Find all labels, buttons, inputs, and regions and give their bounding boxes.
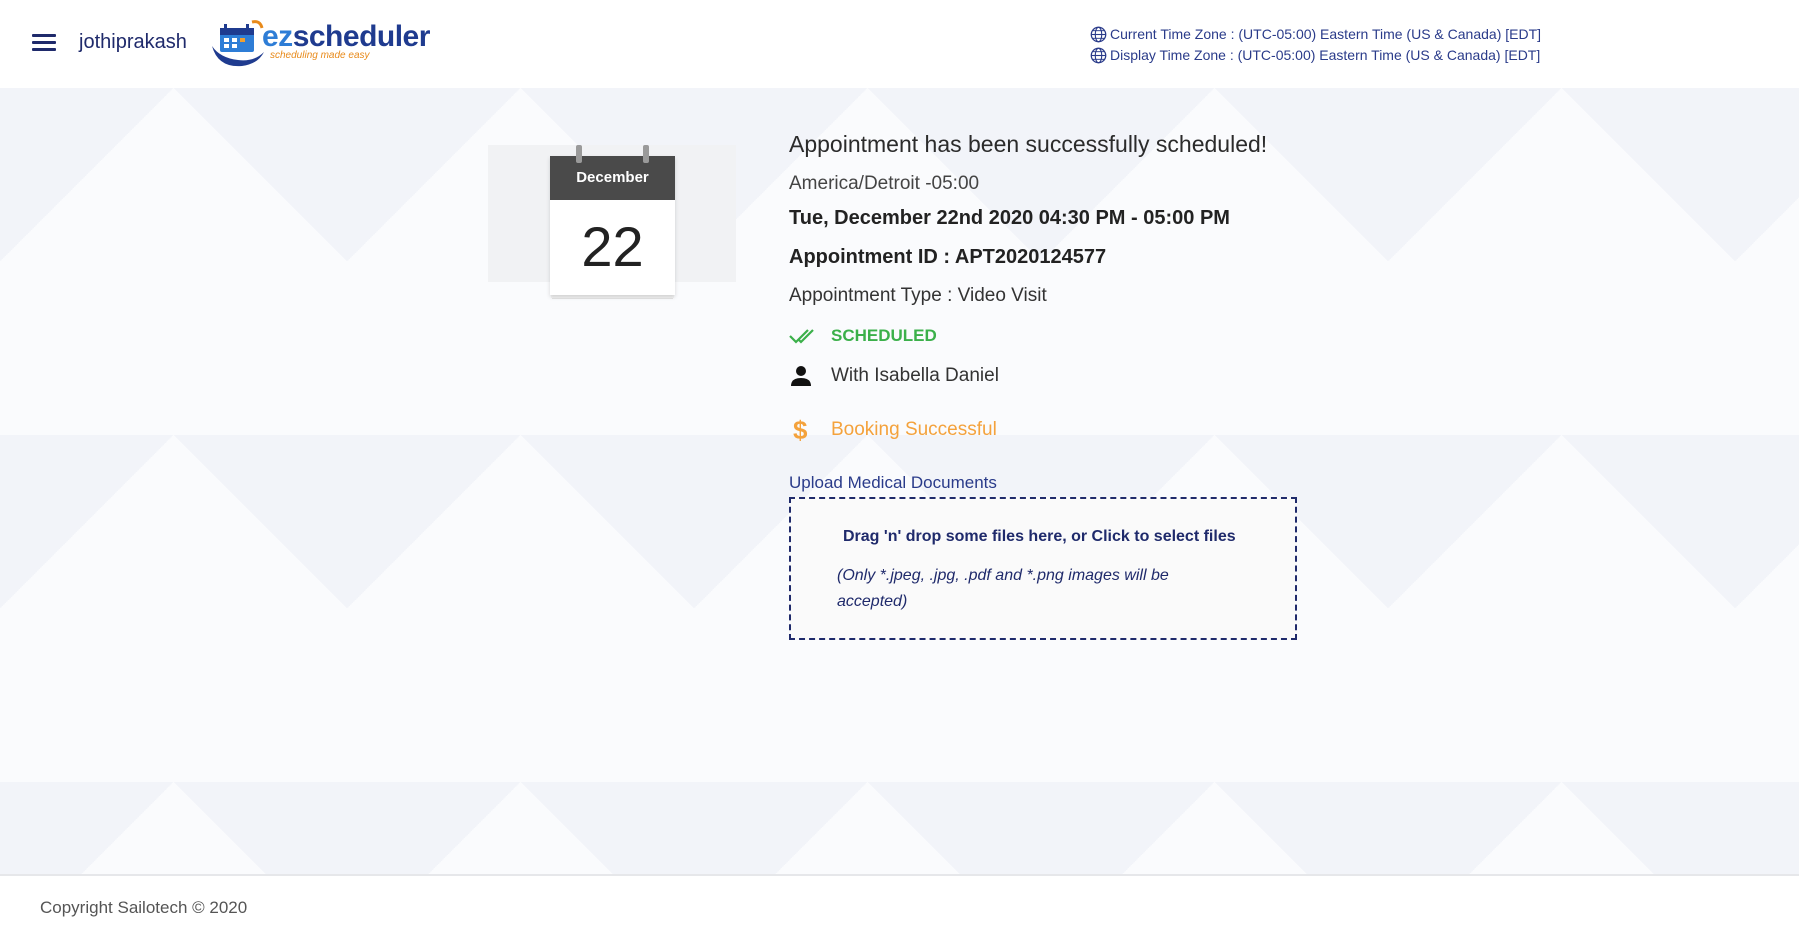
logo-calendar-icon bbox=[212, 20, 264, 67]
logo-wordmark-suffix: scheduler bbox=[292, 20, 431, 53]
timezone-info: Current Time Zone : (UTC-05:00) Eastern … bbox=[1090, 24, 1541, 66]
appointment-datetime: Tue, December 22nd 2020 04:30 PM - 05:00… bbox=[789, 207, 1230, 229]
provider-row: With Isabella Daniel bbox=[789, 364, 999, 388]
copyright-text: Copyright Sailotech © 2020 bbox=[40, 898, 248, 917]
ezscheduler-logo[interactable]: ezscheduler scheduling made easy bbox=[208, 16, 430, 70]
provider-name: With Isabella Daniel bbox=[831, 365, 999, 386]
upload-documents-label: Upload Medical Documents bbox=[789, 473, 997, 492]
dropzone-instructions: Drag 'n' drop some files here, or Click … bbox=[843, 528, 1236, 545]
status-row: SCHEDULED bbox=[789, 324, 937, 348]
calendar-ring bbox=[576, 145, 582, 163]
payment-status: Booking Successful bbox=[831, 419, 997, 440]
dollar-icon: $ bbox=[793, 415, 808, 445]
display-timezone-text: Display Time Zone : (UTC-05:00) Eastern … bbox=[1110, 47, 1541, 63]
appointment-timezone: America/Detroit -05:00 bbox=[789, 173, 980, 194]
status-badge: SCHEDULED bbox=[831, 326, 937, 345]
calendar-date-icon: December 22 bbox=[550, 145, 675, 295]
double-check-icon bbox=[789, 324, 819, 348]
globe-icon bbox=[1090, 47, 1107, 64]
logo-tagline: scheduling made easy bbox=[270, 50, 370, 61]
page-footer: Copyright Sailotech © 2020 bbox=[0, 874, 1799, 938]
current-timezone-text: Current Time Zone : (UTC-05:00) Eastern … bbox=[1110, 26, 1542, 42]
payment-row: $ Booking Successful bbox=[789, 415, 997, 445]
display-timezone-row: Display Time Zone : (UTC-05:00) Eastern … bbox=[1090, 45, 1541, 66]
calendar-ring bbox=[643, 145, 649, 163]
appointment-id: Appointment ID : APT2020124577 bbox=[789, 246, 1107, 268]
hamburger-menu-icon[interactable] bbox=[32, 34, 56, 52]
confirmation-title: Appointment has been successfully schedu… bbox=[789, 131, 1268, 157]
dropzone-file-types-note: (Only *.jpeg, .jpg, .pdf and *.png image… bbox=[837, 567, 1169, 610]
file-dropzone[interactable]: Drag 'n' drop some files here, or Click … bbox=[789, 497, 1297, 640]
main-content: December 22 Appointment has been success… bbox=[0, 88, 1799, 874]
calendar-day: 22 bbox=[581, 215, 644, 278]
logo-wordmark: ezscheduler bbox=[262, 22, 430, 52]
current-timezone-row: Current Time Zone : (UTC-05:00) Eastern … bbox=[1090, 24, 1541, 45]
logo-wordmark-prefix: ez bbox=[262, 20, 293, 53]
person-icon bbox=[789, 364, 819, 388]
username-label[interactable]: jothiprakash bbox=[79, 31, 187, 54]
calendar-month: December bbox=[550, 156, 675, 200]
appointment-type: Appointment Type : Video Visit bbox=[789, 285, 1047, 306]
top-header: jothiprakash ezscheduler scheduling made… bbox=[0, 0, 1799, 88]
globe-icon bbox=[1090, 26, 1107, 43]
calendar-page: December 22 bbox=[550, 156, 675, 295]
